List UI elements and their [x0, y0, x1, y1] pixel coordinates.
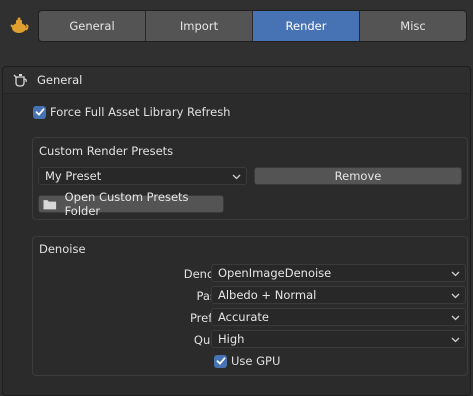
denoise-title: Denoise	[39, 242, 86, 256]
prefilter-select[interactable]: Accurate	[211, 308, 466, 326]
panel-header[interactable]: General	[3, 67, 470, 94]
chevron-down-icon	[451, 315, 460, 321]
panel-title: General	[37, 73, 83, 87]
render-teapot-icon	[13, 74, 27, 87]
preset-select[interactable]: My Preset	[38, 167, 247, 185]
passes-value: Albedo + Normal	[218, 288, 317, 302]
use-gpu-label: Use GPU	[231, 354, 281, 368]
denoiser-value: OpenImageDenoise	[218, 266, 332, 280]
tab-render[interactable]: Render	[253, 11, 360, 41]
force-refresh-checkbox-row[interactable]: Force Full Asset Library Refresh	[33, 105, 230, 119]
denoise-box: Denoise Denoiser OpenImageDenoise Passes…	[32, 236, 468, 376]
tab-import[interactable]: Import	[146, 11, 253, 41]
checkmark-icon	[216, 357, 225, 365]
custom-presets-title: Custom Render Presets	[39, 144, 174, 158]
tab-bar: General Import Render Misc	[38, 10, 467, 42]
remove-button[interactable]: Remove	[254, 167, 462, 185]
force-refresh-label: Force Full Asset Library Refresh	[50, 105, 231, 119]
force-refresh-checkbox[interactable]	[33, 105, 46, 119]
checkmark-icon	[35, 108, 44, 116]
chevron-down-icon	[451, 271, 460, 277]
prefilter-value: Accurate	[218, 310, 269, 324]
custom-presets-box: Custom Render Presets My Preset Remove O…	[32, 137, 468, 220]
quality-value: High	[218, 332, 245, 346]
chevron-down-icon	[451, 337, 460, 343]
denoiser-select[interactable]: OpenImageDenoise	[211, 264, 466, 282]
tab-general[interactable]: General	[39, 11, 146, 41]
chevron-down-icon	[232, 174, 241, 180]
open-presets-folder-label: Open Custom Presets Folder	[64, 190, 189, 218]
folder-icon	[43, 200, 57, 210]
use-gpu-checkbox-row[interactable]: Use GPU	[214, 354, 280, 368]
preset-select-value: My Preset	[45, 169, 102, 183]
chevron-down-icon	[451, 293, 460, 299]
passes-select[interactable]: Albedo + Normal	[211, 286, 466, 304]
teapot-icon	[10, 17, 29, 33]
use-gpu-checkbox[interactable]	[214, 354, 227, 368]
quality-select[interactable]: High	[211, 330, 466, 348]
general-panel: General Force Full Asset Library Refresh…	[2, 66, 471, 396]
preferences-header: General Import Render Misc	[0, 0, 473, 52]
open-presets-folder-button[interactable]: Open Custom Presets Folder	[38, 190, 224, 218]
tab-misc[interactable]: Misc	[360, 11, 466, 41]
